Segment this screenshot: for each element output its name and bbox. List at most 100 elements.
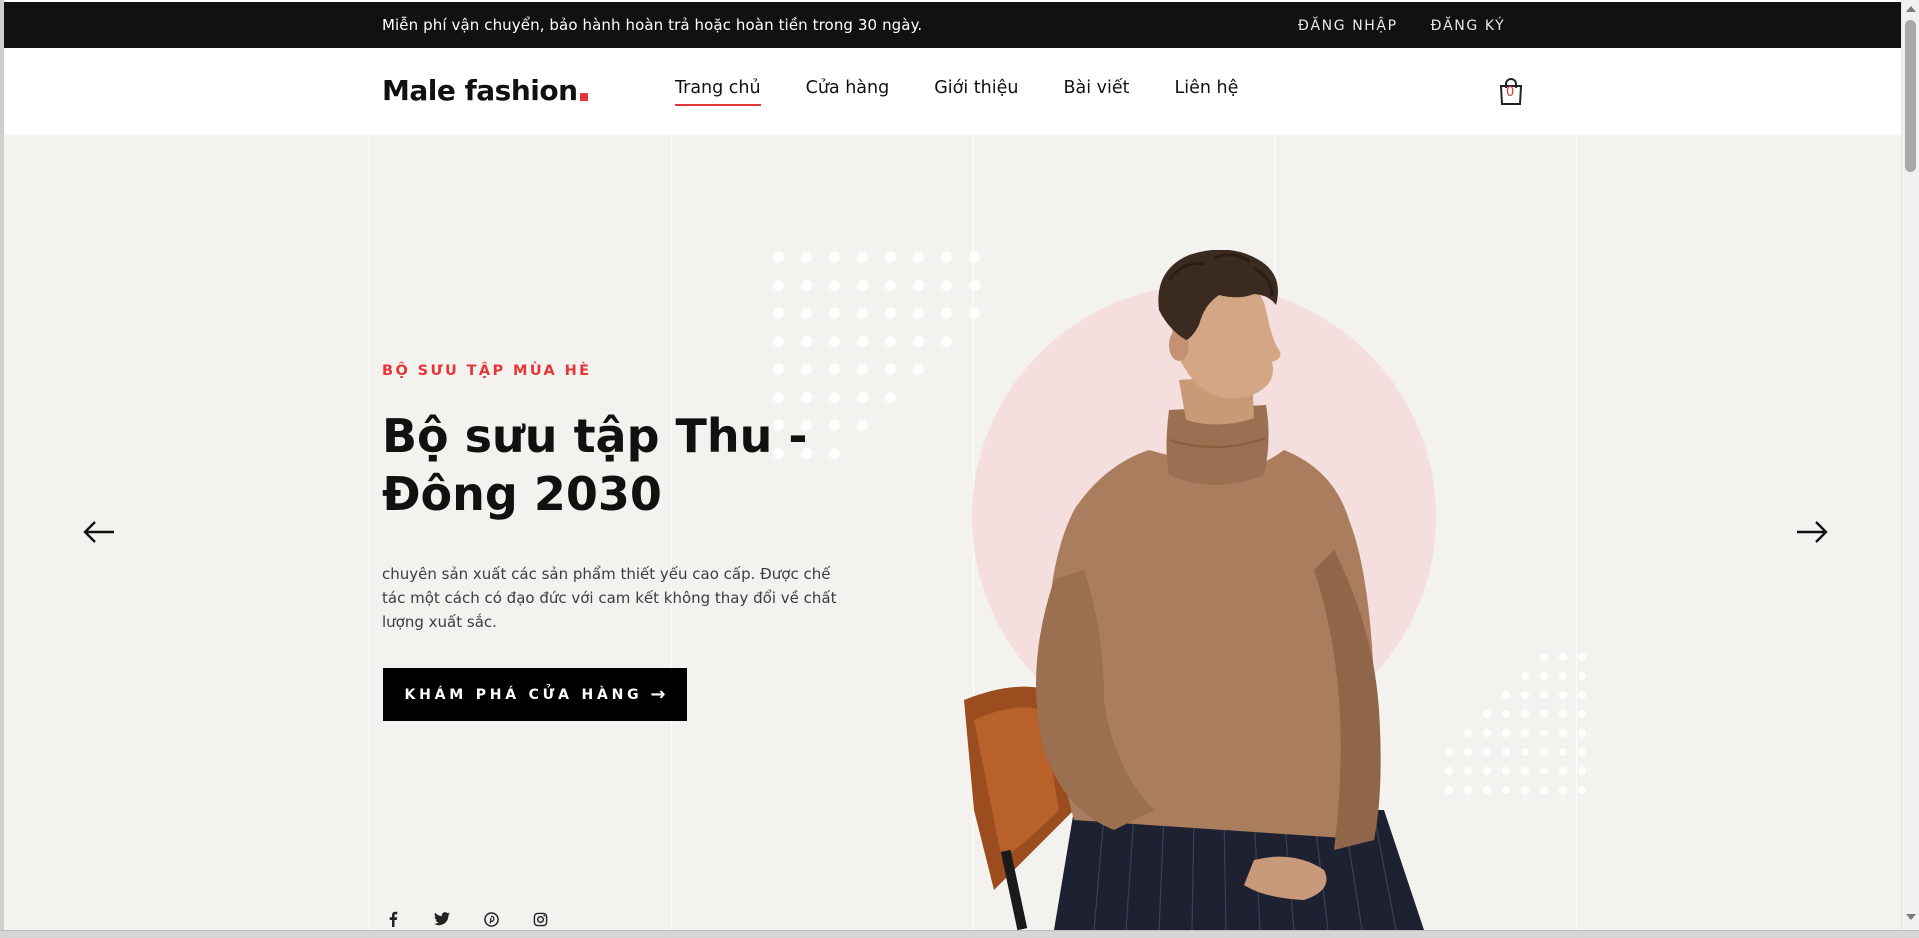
twitter-icon[interactable] xyxy=(431,911,453,927)
decorative-dot xyxy=(1521,729,1529,737)
scroll-down-icon[interactable] xyxy=(1906,914,1916,920)
shop-now-button[interactable]: KHÁM PHÁ CỬA HÀNG → xyxy=(383,668,687,721)
account-links: ĐĂNG NHẬP ĐĂNG KÝ xyxy=(1298,18,1505,34)
vertical-scrollbar[interactable] xyxy=(1901,0,1919,930)
decorative-dot xyxy=(1521,710,1529,718)
nav-item-contact[interactable]: Liên hệ xyxy=(1174,78,1238,104)
register-link[interactable]: ĐĂNG KÝ xyxy=(1431,18,1506,34)
decorative-dot xyxy=(773,336,784,347)
pinterest-icon[interactable] xyxy=(480,911,502,927)
decorative-dot xyxy=(1578,729,1586,737)
decorative-dot xyxy=(1483,748,1491,756)
facebook-icon[interactable] xyxy=(382,911,404,927)
site-header: Male fashion Trang chủ Cửa hàng Giới thi… xyxy=(4,48,1901,135)
decorative-dot xyxy=(829,392,840,403)
decorative-dot xyxy=(857,252,868,263)
hero-subtitle: BỘ SƯU TẬP MÙA HÈ xyxy=(382,363,592,379)
nav-item-home[interactable]: Trang chủ xyxy=(675,78,761,106)
decorative-dot xyxy=(1464,767,1472,775)
decorative-dot xyxy=(1559,767,1567,775)
decorative-dot xyxy=(1540,729,1548,737)
decorative-dot xyxy=(913,364,924,375)
shipping-message: Miễn phí vận chuyển, bảo hành hoàn trả h… xyxy=(382,16,923,34)
decorative-dot xyxy=(913,252,924,263)
decorative-dot xyxy=(829,448,840,459)
decorative-dot xyxy=(1483,729,1491,737)
slider-next-button[interactable] xyxy=(1795,520,1829,544)
decorative-dot xyxy=(1540,691,1548,699)
decorative-dot xyxy=(1521,786,1529,794)
decorative-dot xyxy=(829,420,840,431)
decorative-dot xyxy=(1464,729,1472,737)
decorative-dot xyxy=(1483,710,1491,718)
decorative-dot xyxy=(1540,748,1548,756)
nav-item-blog[interactable]: Bài viết xyxy=(1063,78,1129,104)
decorative-dot xyxy=(1559,691,1567,699)
slider-prev-button[interactable] xyxy=(82,520,116,544)
decorative-dot xyxy=(773,280,784,291)
grid-line xyxy=(1576,135,1577,930)
cart-button[interactable]: 0 xyxy=(1498,78,1524,106)
decorative-dot xyxy=(1502,710,1510,718)
decorative-dot xyxy=(1578,653,1586,661)
decorative-dot xyxy=(1483,786,1491,794)
decorative-dot xyxy=(1559,672,1567,680)
decorative-dot xyxy=(913,336,924,347)
decorative-dot xyxy=(1502,729,1510,737)
decorative-dot xyxy=(941,308,952,319)
decorative-dot xyxy=(857,280,868,291)
decorative-dot xyxy=(1502,748,1510,756)
decorative-dot xyxy=(1578,748,1586,756)
decorative-dot xyxy=(941,252,952,263)
logo-text: Male fashion xyxy=(382,74,578,107)
decorative-dot xyxy=(829,252,840,263)
decorative-dot xyxy=(857,420,868,431)
decorative-dot xyxy=(1521,672,1529,680)
announcement-bar: Miễn phí vận chuyển, bảo hành hoàn trả h… xyxy=(4,2,1901,48)
hero-slider: BỘ SƯU TẬP MÙA HÈ Bộ sưu tập Thu - Đông … xyxy=(4,135,1901,930)
decorative-dot xyxy=(1502,767,1510,775)
decorative-dot xyxy=(1559,729,1567,737)
arrow-left-icon xyxy=(83,521,114,543)
login-link[interactable]: ĐĂNG NHẬP xyxy=(1298,18,1398,34)
shop-now-label: KHÁM PHÁ CỬA HÀNG xyxy=(404,686,643,703)
hero-description: chuyên sản xuất các sản phẩm thiết yếu c… xyxy=(382,565,837,631)
decorative-dot xyxy=(829,280,840,291)
nav-item-shop[interactable]: Cửa hàng xyxy=(806,78,890,104)
decorative-dot xyxy=(773,252,784,263)
decorative-dot xyxy=(1502,786,1510,794)
scrollbar-thumb[interactable] xyxy=(1905,20,1916,172)
scroll-up-icon[interactable] xyxy=(1906,6,1916,12)
decorative-dot xyxy=(1578,786,1586,794)
grid-line xyxy=(671,135,672,930)
decorative-dot xyxy=(913,280,924,291)
decorative-dot xyxy=(857,336,868,347)
arrow-right-icon xyxy=(1797,521,1828,543)
grid-line xyxy=(369,135,370,930)
decorative-dot xyxy=(857,364,868,375)
decorative-dot xyxy=(885,392,896,403)
decorative-dot xyxy=(1445,767,1453,775)
nav-item-about[interactable]: Giới thiệu xyxy=(934,78,1018,104)
site-logo[interactable]: Male fashion xyxy=(382,74,588,107)
arrow-right-icon: → xyxy=(650,684,666,705)
decorative-dot xyxy=(1559,710,1567,718)
instagram-icon[interactable] xyxy=(529,911,551,927)
decorative-dot xyxy=(773,308,784,319)
decorative-dot xyxy=(1521,691,1529,699)
hero-title: Bộ sưu tập Thu - Đông 2030 xyxy=(382,409,808,521)
decorative-dot xyxy=(773,392,784,403)
decorative-dot xyxy=(885,280,896,291)
decorative-dot xyxy=(1578,672,1586,680)
social-links xyxy=(382,911,551,927)
main-navigation: Trang chủ Cửa hàng Giới thiệu Bài viết L… xyxy=(675,78,1283,106)
decorative-dot xyxy=(857,392,868,403)
model-photo xyxy=(964,250,1424,930)
decorative-dot xyxy=(885,364,896,375)
decorative-dot xyxy=(1578,710,1586,718)
decorative-dot xyxy=(1559,748,1567,756)
decorative-dot xyxy=(801,280,812,291)
decorative-dot xyxy=(1521,767,1529,775)
logo-dot xyxy=(579,93,588,101)
decorative-dot xyxy=(829,308,840,319)
